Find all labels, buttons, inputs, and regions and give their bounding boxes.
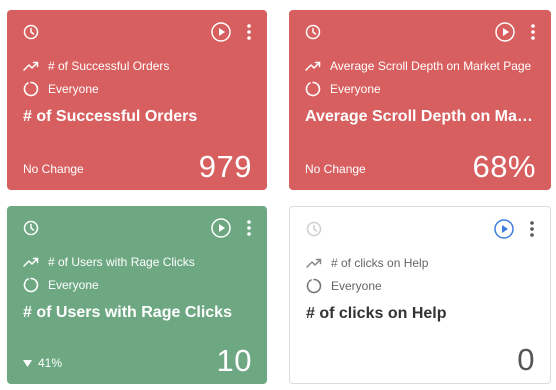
segment-icon	[23, 277, 39, 293]
metric-label: # of clicks on Help	[331, 256, 429, 270]
trend-icon	[305, 61, 321, 71]
metric-value: 68%	[472, 149, 536, 184]
trend-icon	[23, 61, 39, 71]
card-title[interactable]: # of Users with Rage Clicks	[23, 304, 251, 322]
segment-row: Everyone	[23, 81, 99, 97]
change-indicator: No Change	[23, 162, 84, 176]
metric-card-scroll-depth[interactable]: Average Scroll Depth on Market Page Ever…	[289, 10, 551, 190]
metric-row: Average Scroll Depth on Market Page	[305, 58, 531, 74]
metric-card-successful-orders[interactable]: # of Successful Orders Everyone # of Suc…	[7, 10, 267, 190]
clock-icon[interactable]	[23, 220, 39, 236]
kebab-menu-icon[interactable]	[246, 23, 252, 41]
segment-label: Everyone	[48, 278, 99, 292]
metric-card-rage-clicks[interactable]: # of Users with Rage Clicks Everyone # o…	[7, 206, 267, 384]
card-title[interactable]: # of Successful Orders	[23, 108, 251, 126]
segment-label: Everyone	[331, 279, 382, 293]
metric-row: # of clicks on Help	[306, 255, 428, 271]
kebab-menu-icon[interactable]	[530, 23, 536, 41]
kebab-menu-icon[interactable]	[246, 219, 252, 237]
play-button[interactable]	[211, 22, 231, 42]
clock-icon[interactable]	[23, 24, 39, 40]
down-triangle-icon	[23, 359, 32, 367]
trend-icon	[23, 257, 39, 267]
metric-label: Average Scroll Depth on Market Page	[330, 59, 532, 73]
change-indicator: No Change	[305, 162, 366, 176]
clock-icon[interactable]	[305, 24, 321, 40]
segment-icon	[305, 81, 321, 97]
segment-label: Everyone	[330, 82, 381, 96]
metric-value: 0	[517, 342, 535, 377]
card-title[interactable]: Average Scroll Depth on Mark...	[305, 108, 537, 126]
kebab-menu-icon[interactable]	[529, 220, 535, 238]
metric-card-help-clicks[interactable]: # of clicks on Help Everyone # of clicks…	[289, 206, 551, 384]
segment-label: Everyone	[48, 82, 99, 96]
trend-icon	[306, 258, 322, 268]
segment-row: Everyone	[23, 277, 99, 293]
metric-row: # of Successful Orders	[23, 58, 169, 74]
segment-icon	[23, 81, 39, 97]
play-button[interactable]	[211, 218, 231, 238]
metric-label: # of Successful Orders	[48, 59, 170, 73]
metric-value: 10	[216, 343, 252, 378]
metric-label: # of Users with Rage Clicks	[48, 255, 195, 269]
segment-row: Everyone	[305, 81, 381, 97]
clock-icon[interactable]	[306, 221, 322, 237]
play-button[interactable]	[494, 219, 514, 239]
metric-row: # of Users with Rage Clicks	[23, 254, 195, 270]
segment-icon	[306, 278, 322, 294]
play-button[interactable]	[495, 22, 515, 42]
metric-value: 979	[198, 149, 252, 184]
change-indicator: 41%	[23, 356, 62, 370]
segment-row: Everyone	[306, 278, 382, 294]
card-title[interactable]: # of clicks on Help	[306, 305, 534, 323]
